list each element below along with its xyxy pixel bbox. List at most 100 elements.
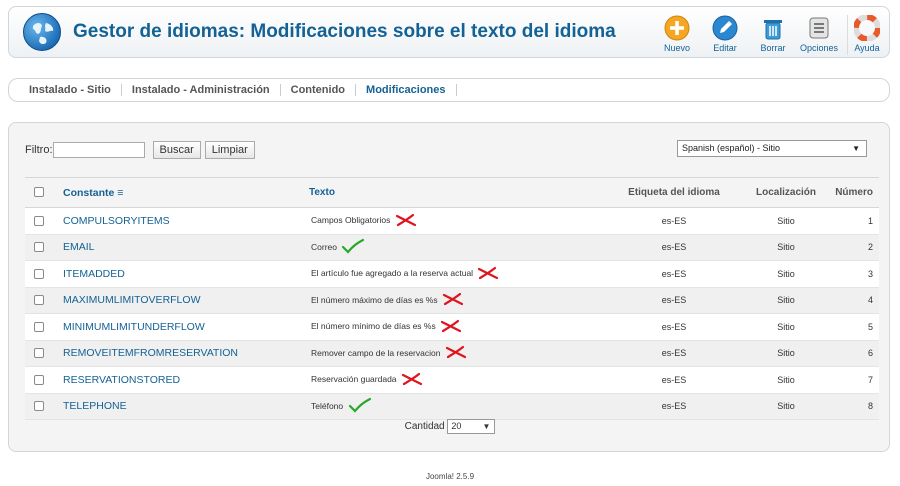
row-number: 8 [833,393,879,420]
table-row: RESERVATIONSTORED Reservación guardada es… [25,366,879,394]
plus-icon [664,15,690,41]
tab-content[interactable]: Contenido [281,84,357,96]
row-constant-link[interactable]: TELEPHONE [53,393,309,420]
row-checkbox[interactable] [34,401,44,412]
new-button[interactable]: Nuevo [651,15,703,57]
red-cross-icon [445,345,467,361]
row-number: 5 [833,313,879,341]
row-checkbox-cell [25,313,53,341]
language-select-value: Spanish (español) - Sitio [682,143,781,153]
language-select[interactable]: Spanish (español) - Sitio ▼ [677,140,867,157]
pencil-icon [712,15,738,41]
select-all-checkbox[interactable] [34,187,44,198]
column-text[interactable]: Texto [309,177,609,208]
row-checkbox-cell [25,287,53,314]
row-constant-link[interactable]: EMAIL [53,234,309,261]
limit-select-value: 20 [451,421,462,431]
help-button[interactable]: Ayuda [841,14,893,57]
row-checkbox[interactable] [34,348,44,359]
row-number: 3 [833,260,879,288]
tab-modifications[interactable]: Modificaciones [356,84,457,96]
column-constant-label: Constante [63,186,115,199]
row-location: Sitio [739,366,833,394]
row-number: 6 [833,340,879,367]
row-number: 1 [833,207,879,235]
clear-button[interactable]: Limpiar [204,141,255,159]
row-constant-link[interactable]: COMPULSORYITEMS [53,207,309,235]
delete-button-label: Borrar [760,43,786,53]
row-text-cell: El artículo fue agregado a la reserva ac… [309,260,609,288]
table-row: MAXIMUMLIMITOVERFLOW El número máximo de … [25,287,879,314]
row-location: Sitio [739,260,833,288]
row-checkbox[interactable] [34,268,44,279]
options-button[interactable]: Opciones [793,15,845,57]
limit-select[interactable]: 20 ▼ [447,419,496,434]
row-text-cell: Remover campo de la reservacion [309,340,609,367]
table-row: COMPULSORYITEMS Campos Obligatorios es-ES… [25,207,879,235]
options-icon [806,15,832,41]
delete-button[interactable]: Borrar [747,15,799,57]
main-panel: Filtro: Buscar Limpiar Spanish (español)… [8,122,890,452]
row-checkbox[interactable] [34,321,44,332]
table-row: TELEPHONE Teléfono es-ES Sitio 8 [25,393,879,420]
row-constant-link[interactable]: ITEMADDED [53,260,309,288]
pagination-label: Cantidad [404,421,445,433]
green-check-icon [348,397,372,415]
row-text: Reservación guardada [309,374,399,384]
row-text: Teléfono [309,400,346,411]
red-cross-icon [401,372,423,388]
row-text: Campos Obligatorios [309,215,393,225]
row-constant-link[interactable]: REMOVEITEMFROMRESERVATION [53,340,309,367]
row-location: Sitio [739,393,833,420]
column-location: Localización [739,177,833,208]
row-language-tag: es-ES [609,260,739,288]
row-constant-link[interactable]: MINIMUMLIMITUNDERFLOW [53,313,309,341]
row-location: Sitio [739,234,833,261]
row-text-cell: Reservación guardada [309,366,609,394]
row-checkbox[interactable] [34,242,44,253]
row-location: Sitio [739,340,833,367]
sort-icon: ≡ [117,186,124,199]
row-text-cell: El número máximo de días es %s [309,287,609,314]
edit-button-label: Editar [713,43,737,53]
row-location: Sitio [739,207,833,235]
row-text-cell: Campos Obligatorios [309,207,609,235]
row-text: Correo [309,241,339,252]
red-cross-icon [477,266,499,282]
row-text: El número máximo de días es %s [309,294,440,305]
overrides-table: Constante ≡ Texto Etiqueta del idioma Lo… [25,177,879,420]
trash-icon [760,15,786,41]
tab-installed-admin[interactable]: Instalado - Administración [122,84,281,96]
row-language-tag: es-ES [609,366,739,394]
column-text-label: Texto [309,187,335,198]
tab-installed-site[interactable]: Instalado - Sitio [19,84,122,96]
row-constant-link[interactable]: MAXIMUMLIMITOVERFLOW [53,287,309,314]
filter-input[interactable] [52,142,145,158]
green-check-icon [341,238,365,256]
column-language-tag: Etiqueta del idioma [609,177,739,208]
row-text-cell: Correo [309,234,609,261]
globe-icon [23,13,61,51]
column-constant[interactable]: Constante ≡ [53,177,309,208]
edit-button[interactable]: Editar [699,15,751,57]
row-checkbox[interactable] [34,215,44,226]
row-checkbox-cell [25,340,53,367]
row-language-tag: es-ES [609,207,739,235]
table-row: ITEMADDED El artículo fue agregado a la r… [25,260,879,288]
row-checkbox[interactable] [34,374,44,385]
row-checkbox-cell [25,260,53,288]
dropdown-arrow-icon: ▼ [852,144,860,153]
column-number: Número [833,177,879,208]
row-language-tag: es-ES [609,340,739,367]
table-row: REMOVEITEMFROMRESERVATION Remover campo d… [25,340,879,367]
help-button-label: Ayuda [854,43,880,53]
red-cross-icon [395,213,417,229]
search-button[interactable]: Buscar [152,141,201,159]
row-checkbox[interactable] [34,295,44,306]
red-cross-icon [442,292,464,308]
table-row: EMAIL Correo es-ES Sitio 2 [25,234,879,261]
row-constant-link[interactable]: RESERVATIONSTORED [53,366,309,394]
row-number: 2 [833,234,879,261]
row-location: Sitio [739,313,833,341]
row-checkbox-cell [25,366,53,394]
